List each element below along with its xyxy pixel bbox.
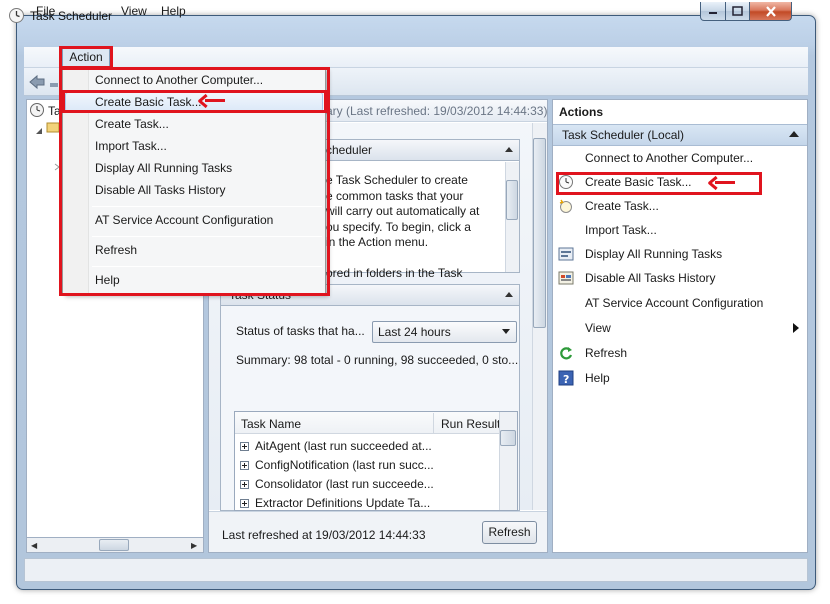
task-table-scroll-thumb[interactable] <box>500 430 516 446</box>
status-summary: Summary: 98 total - 0 running, 98 succee… <box>236 353 519 367</box>
task-row-label: AitAgent (last run succeeded at... <box>255 439 432 453</box>
last-refreshed-text: Last refreshed at 19/03/2012 14:44:33 <box>222 528 426 542</box>
scroll-right-icon[interactable]: ▶ <box>191 541 197 550</box>
chevron-down-icon[interactable] <box>502 329 510 334</box>
overview-scroll-thumb[interactable] <box>506 180 518 220</box>
action-label: Connect to Another Computer... <box>585 151 754 165</box>
table-row[interactable]: ConfigNotification (last run succ... <box>240 458 436 477</box>
expand-icon[interactable] <box>240 480 249 489</box>
action-help[interactable]: ? Help <box>558 368 803 390</box>
folder-icon <box>46 120 60 134</box>
summary-scroll-thumb[interactable] <box>533 138 546 328</box>
annotation-arrow-icon <box>198 93 229 109</box>
collapse-icon[interactable] <box>505 292 513 297</box>
close-icon <box>765 5 776 17</box>
action-label: Create Task... <box>585 199 659 213</box>
overview-section-title: cheduler <box>326 143 373 157</box>
expand-icon[interactable] <box>240 499 249 508</box>
close-button[interactable] <box>749 2 792 21</box>
overview-text: e Task Scheduler to create e common task… <box>326 173 480 278</box>
maximize-icon <box>732 6 743 16</box>
annotation-box-action-menu <box>59 46 113 69</box>
svg-text:?: ? <box>563 373 569 386</box>
history-icon <box>558 270 574 286</box>
action-label: Help <box>585 371 610 385</box>
action-disable-history[interactable]: Disable All Tasks History <box>558 268 803 290</box>
refresh-button[interactable]: Refresh <box>482 521 537 544</box>
menu-view[interactable]: View <box>119 3 149 20</box>
maximize-button[interactable] <box>725 2 750 21</box>
action-label: Disable All Tasks History <box>585 271 716 285</box>
collapse-icon[interactable] <box>505 147 513 152</box>
task-table-scrollbar[interactable] <box>499 412 517 510</box>
chevron-up-icon[interactable] <box>789 131 799 137</box>
menu-bar <box>24 47 808 68</box>
action-label: Import Task... <box>585 223 657 237</box>
refresh-icon <box>558 345 574 361</box>
menu-file[interactable]: File <box>34 3 57 20</box>
action-create-task[interactable]: Create Task... <box>558 196 803 218</box>
scheduler-root-icon <box>29 102 47 118</box>
scroll-thumb[interactable] <box>99 539 129 551</box>
task-row-label: ConfigNotification (last run succ... <box>255 458 434 472</box>
new-task-icon <box>558 198 574 214</box>
running-tasks-icon <box>558 246 574 262</box>
column-task-name[interactable]: Task Name <box>241 417 301 431</box>
summary-header-text: ary (Last refreshed: 19/03/2012 14:44:33… <box>326 104 548 118</box>
actions-group-label: Task Scheduler (Local) <box>562 128 685 142</box>
help-icon: ? <box>558 370 574 386</box>
tree-horizontal-scrollbar[interactable]: ◀ ▶ <box>26 537 204 553</box>
action-at-service-config[interactable]: AT Service Account Configuration <box>558 293 803 315</box>
table-row[interactable]: Consolidator (last run succeede... <box>240 477 436 496</box>
action-label: View <box>585 321 611 335</box>
action-refresh[interactable]: Refresh <box>558 343 803 365</box>
action-display-running[interactable]: Display All Running Tasks <box>558 244 803 266</box>
action-label: Display All Running Tasks <box>585 247 723 261</box>
action-label: Refresh <box>585 346 628 360</box>
table-row[interactable]: AitAgent (last run succeeded at... <box>240 439 436 458</box>
back-arrow-icon <box>29 74 45 90</box>
annotation-box-create-basic-task <box>62 90 327 113</box>
actions-title: Actions <box>559 105 604 119</box>
menu-help[interactable]: Help <box>159 3 188 20</box>
column-run-result[interactable]: Run Result <box>441 417 500 431</box>
tree-expand-icon[interactable] <box>35 124 43 134</box>
minimize-button[interactable] <box>700 2 726 21</box>
task-row-label: Consolidator (last run succeede... <box>255 477 434 491</box>
column-divider[interactable] <box>433 413 434 433</box>
status-bar <box>24 558 808 582</box>
expand-icon[interactable] <box>240 442 249 451</box>
status-period-select[interactable]: Last 24 hours <box>372 321 517 343</box>
expand-icon[interactable] <box>240 461 249 470</box>
minimize-icon <box>709 12 717 14</box>
scroll-left-icon[interactable]: ◀ <box>31 541 37 550</box>
back-button[interactable] <box>28 74 46 90</box>
annotation-arrow-icon <box>708 175 739 191</box>
status-filter-label: Status of tasks that ha... <box>236 324 365 338</box>
submenu-arrow-icon[interactable] <box>793 323 799 333</box>
action-label: AT Service Account Configuration <box>585 296 764 310</box>
action-import-task[interactable]: Import Task... <box>558 220 803 242</box>
task-scheduler-icon <box>8 7 25 24</box>
task-row-label: Extractor Definitions Update Ta... <box>255 496 431 510</box>
action-view[interactable]: View <box>558 318 803 340</box>
action-connect-computer[interactable]: Connect to Another Computer... <box>558 148 803 170</box>
